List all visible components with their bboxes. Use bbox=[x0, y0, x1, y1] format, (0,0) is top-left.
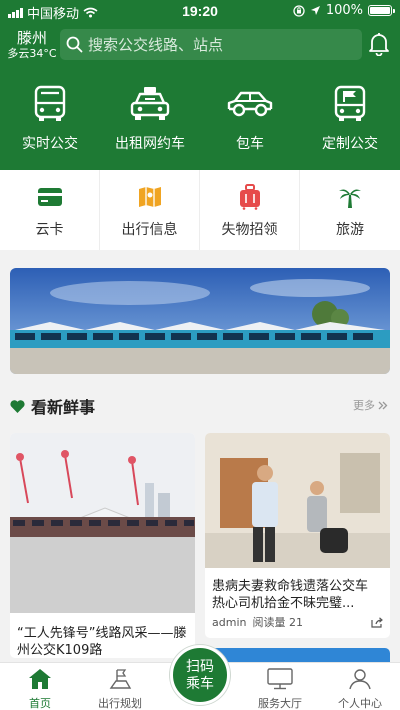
news-card[interactable]: “工人先锋号”线路风采——滕州公交K109路 bbox=[10, 433, 195, 658]
tab-label: 出行规划 bbox=[98, 697, 142, 710]
service-label: 云卡 bbox=[35, 222, 64, 238]
service-travel-info[interactable]: 出行信息 bbox=[100, 170, 200, 250]
battery-percent: 100% bbox=[325, 3, 363, 18]
bus-depot-photo bbox=[10, 268, 390, 374]
heart-icon bbox=[10, 399, 25, 413]
news-read-count: 阅读量 21 bbox=[252, 616, 303, 629]
service-label: 旅游 bbox=[336, 222, 364, 238]
custom-bus-icon bbox=[334, 85, 366, 121]
search-input[interactable] bbox=[88, 35, 348, 54]
battery-icon bbox=[368, 5, 395, 16]
scan-label-line2: 乘车 bbox=[186, 676, 214, 692]
luggage-icon bbox=[239, 184, 260, 210]
quick-charter[interactable]: 包车 bbox=[200, 84, 300, 164]
service-label: 出行信息 bbox=[121, 222, 178, 238]
city-label: 滕州 bbox=[16, 29, 47, 47]
tab-label: 服务大厅 bbox=[258, 697, 302, 710]
tab-service-hall[interactable]: 服务大厅 bbox=[240, 667, 320, 710]
tab-trip-planning[interactable]: 出行规划 bbox=[80, 667, 160, 710]
user-icon bbox=[349, 669, 371, 690]
service-label: 失物招领 bbox=[221, 222, 278, 238]
service-cloud-card[interactable]: 云卡 bbox=[0, 170, 100, 250]
tab-label: 个人中心 bbox=[338, 697, 382, 710]
search-bar[interactable] bbox=[60, 29, 362, 60]
news-card-peek bbox=[205, 648, 390, 662]
app-header: 中国移动 19:20 100% 滕州 多云34°C 实时公交 bbox=[0, 0, 400, 170]
quick-realtime-bus[interactable]: 实时公交 bbox=[0, 84, 100, 164]
map-icon bbox=[138, 187, 161, 207]
tab-profile[interactable]: 个人中心 bbox=[320, 667, 400, 710]
share-icon[interactable] bbox=[371, 616, 383, 628]
more-label: 更多 bbox=[353, 399, 375, 412]
news-author: admin bbox=[212, 615, 247, 629]
double-chevron-right-icon bbox=[378, 401, 388, 409]
quick-label: 包车 bbox=[236, 136, 264, 152]
bus-icon bbox=[34, 85, 66, 121]
tab-home[interactable]: 首页 bbox=[0, 667, 80, 710]
news-photo-handover bbox=[205, 433, 390, 568]
quick-custom-bus[interactable]: 定制公交 bbox=[300, 84, 400, 164]
scan-label-line1: 扫码 bbox=[186, 659, 214, 675]
quick-taxi[interactable]: 出租网约车 bbox=[100, 84, 200, 164]
news-photo-bus-lineup bbox=[10, 433, 195, 613]
status-bar: 中国移动 19:20 100% bbox=[0, 0, 400, 22]
service-tourism[interactable]: 旅游 bbox=[300, 170, 400, 250]
bell-icon[interactable] bbox=[368, 32, 390, 56]
home-icon bbox=[29, 669, 51, 689]
news-section-title: 看新鲜事 bbox=[10, 394, 95, 418]
service-lost-found[interactable]: 失物招领 bbox=[200, 170, 300, 250]
news-card-title: “工人先锋号”线路风采——滕州公交K109路 bbox=[17, 626, 187, 658]
tab-label: 首页 bbox=[29, 697, 51, 710]
banner-image[interactable] bbox=[10, 268, 390, 374]
quick-label: 实时公交 bbox=[22, 136, 78, 152]
scan-to-ride-button[interactable]: 扫码 乘车 bbox=[170, 645, 230, 705]
card-icon bbox=[37, 188, 62, 206]
flag-route-icon bbox=[109, 669, 132, 689]
news-meta: admin 阅读量 21 bbox=[212, 614, 383, 630]
palm-tree-icon bbox=[339, 189, 361, 208]
news-title: 看新鲜事 bbox=[31, 398, 96, 417]
monitor-icon bbox=[267, 668, 293, 690]
news-card[interactable]: 患病夫妻救命钱遗落公交车 热心司机拾金不昧完璧... admin 阅读量 21 bbox=[205, 433, 390, 638]
car-icon bbox=[227, 91, 273, 117]
rotation-lock-icon bbox=[293, 4, 305, 17]
weather-label: 多云34°C bbox=[7, 47, 57, 60]
more-link[interactable]: 更多 bbox=[353, 397, 388, 413]
taxi-icon bbox=[130, 87, 170, 120]
search-icon bbox=[66, 36, 83, 53]
quick-actions: 实时公交 出租网约车 包车 定制公交 bbox=[0, 84, 400, 164]
service-grid: 云卡 出行信息 失物招领 旅游 bbox=[0, 170, 400, 250]
location-arrow-icon bbox=[310, 6, 320, 15]
quick-label: 出租网约车 bbox=[115, 136, 185, 152]
news-card-title: 患病夫妻救命钱遗落公交车 热心司机拾金不昧完璧... bbox=[212, 579, 369, 611]
quick-label: 定制公交 bbox=[322, 136, 378, 152]
location-weather[interactable]: 滕州 多云34°C bbox=[6, 29, 58, 61]
